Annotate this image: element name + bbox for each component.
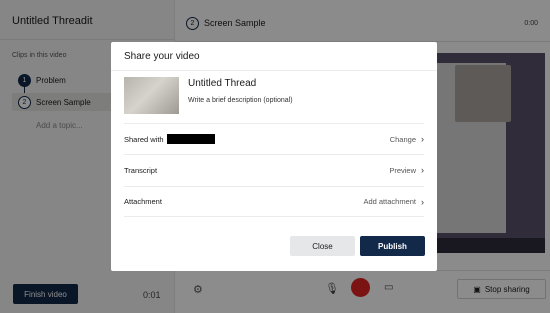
chevron-right-icon: › xyxy=(421,165,424,175)
transcript-label: Transcript xyxy=(124,165,158,175)
description-field[interactable]: Write a brief description (optional) xyxy=(188,97,293,104)
preview-label: Preview xyxy=(389,165,416,175)
chevron-right-icon: › xyxy=(421,196,424,207)
video-title[interactable]: Untitled Thread xyxy=(188,78,256,89)
share-dialog: Share your video Untitled Thread Write a… xyxy=(111,42,437,271)
shared-with-label: Shared with xyxy=(124,134,164,144)
attachment-row: Attachment Add attachment › xyxy=(124,186,424,217)
change-button[interactable]: Change › xyxy=(390,134,424,144)
change-label: Change xyxy=(389,134,416,144)
divider xyxy=(111,70,437,71)
close-button[interactable]: Close xyxy=(290,236,355,256)
add-attachment-label: Add attachment xyxy=(363,197,416,206)
dialog-title: Share your video xyxy=(124,51,200,62)
video-thumbnail xyxy=(124,77,179,114)
transcript-row: Transcript Preview › xyxy=(124,154,424,185)
publish-button[interactable]: Publish xyxy=(360,236,425,256)
shared-with-row: Shared with Change › xyxy=(124,123,424,154)
chevron-right-icon: › xyxy=(421,134,424,144)
add-attachment-button[interactable]: Add attachment › xyxy=(363,197,424,207)
attachment-label: Attachment xyxy=(124,197,162,206)
preview-button[interactable]: Preview › xyxy=(389,165,424,175)
redacted-recipient xyxy=(166,134,215,144)
